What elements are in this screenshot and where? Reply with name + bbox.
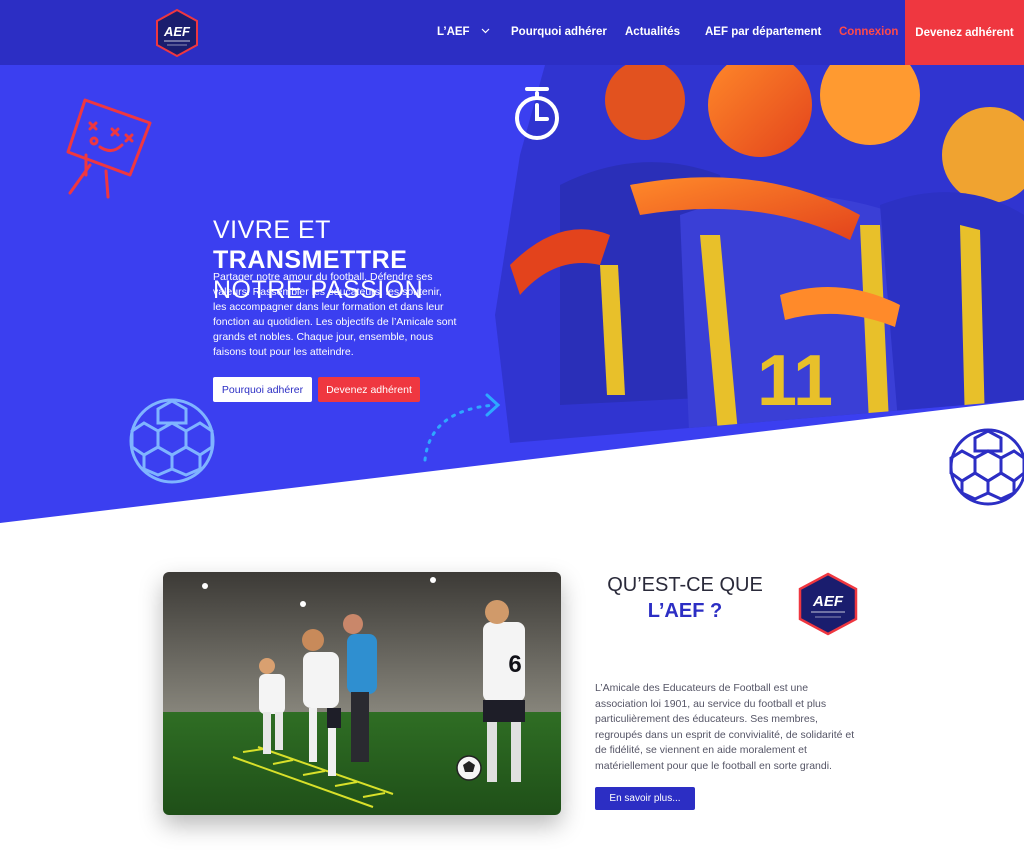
soccer-ball-icon xyxy=(949,428,1024,506)
hero-title-line-1: VIVRE ET xyxy=(213,216,331,244)
nav-item-aef-label: L’AEF xyxy=(437,26,470,38)
nav-item-aef-par-departement[interactable]: AEF par département xyxy=(705,26,821,38)
aef-logo[interactable]: AEF xyxy=(152,8,202,58)
hero-section: 11 VIVRE ET TRANSMETTRE NOTRE PASSION Pa… xyxy=(0,65,1024,525)
pourquoi-adherer-button[interactable]: Pourquoi adhérer xyxy=(213,377,312,402)
nav-item-pourquoi-adherer[interactable]: Pourquoi adhérer xyxy=(511,26,607,38)
devenez-adherent-nav-button[interactable]: Devenez adhérent xyxy=(905,0,1024,65)
chevron-down-icon xyxy=(481,28,490,34)
devenez-adherent-button[interactable]: Devenez adhérent xyxy=(318,377,420,402)
svg-text:6: 6 xyxy=(508,651,521,678)
svg-text:11: 11 xyxy=(757,341,833,421)
nav-item-aef[interactable]: L’AEF xyxy=(437,26,490,38)
about-title-line-1: QU’EST-CE QUE xyxy=(607,574,763,596)
aef-logo: AEF xyxy=(798,572,858,636)
nav-item-actualites[interactable]: Actualités xyxy=(625,26,680,38)
hero-team-photo: 11 xyxy=(495,65,1024,443)
svg-text:AEF: AEF xyxy=(163,24,191,39)
nav-item-connexion[interactable]: Connexion xyxy=(839,26,898,38)
top-navigation: AEF L’AEF Pourquoi adhérer Actualités AE… xyxy=(0,0,1024,65)
about-section-title: QU’EST-CE QUE L’AEF ? xyxy=(585,572,785,624)
about-description: L’Amicale des Educateurs de Football est… xyxy=(595,682,855,772)
about-training-photo: 6 xyxy=(163,572,561,815)
hero-background: 11 xyxy=(0,65,1024,523)
hero-description: Partager notre amour du football. Défend… xyxy=(213,271,457,358)
svg-text:AEF: AEF xyxy=(812,593,844,610)
about-title-line-2: L’AEF ? xyxy=(647,600,723,622)
en-savoir-plus-button[interactable]: En savoir plus... xyxy=(595,787,695,810)
